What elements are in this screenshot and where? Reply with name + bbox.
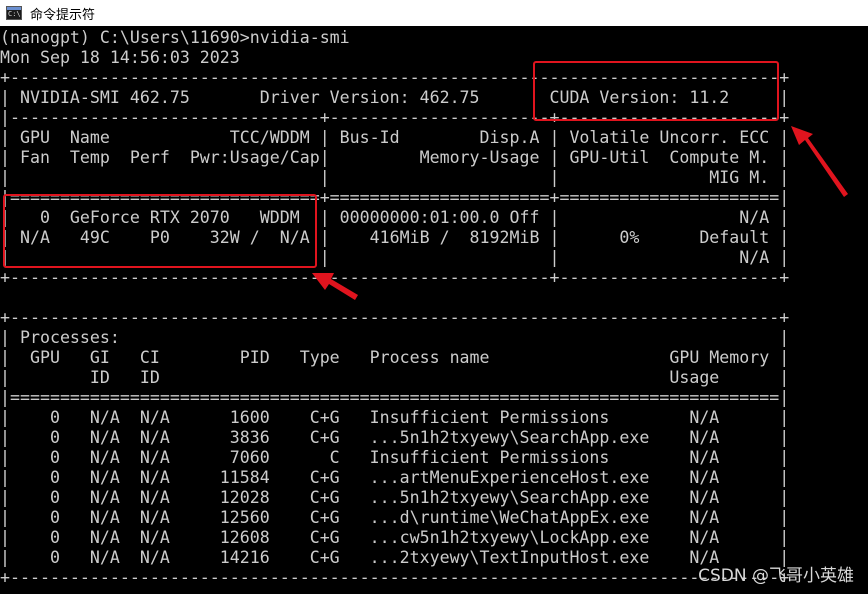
console-line: | 0 N/A N/A 3836 C+G ...5n1h2txyewy\Sear… <box>0 428 790 447</box>
console-line: +-------------------------------+-------… <box>0 268 790 287</box>
window-titlebar[interactable]: 命令提示符 <box>0 0 868 26</box>
console-line: | 0 N/A N/A 11584 C+G ...artMenuExperien… <box>0 468 790 487</box>
console-line: | Processes: | <box>0 328 790 347</box>
console-line: | 0 N/A N/A 14216 C+G ...2txyewy\TextInp… <box>0 548 790 567</box>
console-line: | 0 N/A N/A 12028 C+G ...5n1h2txyewy\Sea… <box>0 488 790 507</box>
console-line: | 0 N/A N/A 7060 C Insufficient Permissi… <box>0 448 790 467</box>
cmd-window-icon <box>6 6 22 20</box>
console-line: | Fan Temp Perf Pwr:Usage/Cap| Memory-Us… <box>0 148 790 167</box>
console-line: +---------------------------------------… <box>0 568 790 587</box>
watermark: CSDN @飞哥小英雄 <box>698 566 854 586</box>
gpu-info-highlight-box <box>3 194 317 268</box>
window-title: 命令提示符 <box>30 7 96 23</box>
console-line: | GPU Name TCC/WDDM | Bus-Id Disp.A | Vo… <box>0 128 790 147</box>
console-line: Mon Sep 18 14:56:03 2023 <box>0 48 240 67</box>
console-line: (nanogpt) C:\Users\11690>nvidia-smi <box>0 28 350 47</box>
console-line: | | | MIG M. | <box>0 168 790 187</box>
console-line: | 0 N/A N/A 12608 C+G ...cw5n1h2txyewy\L… <box>0 528 790 547</box>
console-line: | ID ID Usage | <box>0 368 790 387</box>
cuda-version-highlight-box <box>533 61 779 121</box>
console-line: | 0 N/A N/A 12560 C+G ...d\runtime\WeCha… <box>0 508 790 527</box>
console-line: | GPU GI CI PID Type Process name GPU Me… <box>0 348 790 367</box>
console-line: | 0 N/A N/A 1600 C+G Insufficient Permis… <box>0 408 790 427</box>
console-line: +---------------------------------------… <box>0 308 790 327</box>
console-line: |=======================================… <box>0 388 790 407</box>
